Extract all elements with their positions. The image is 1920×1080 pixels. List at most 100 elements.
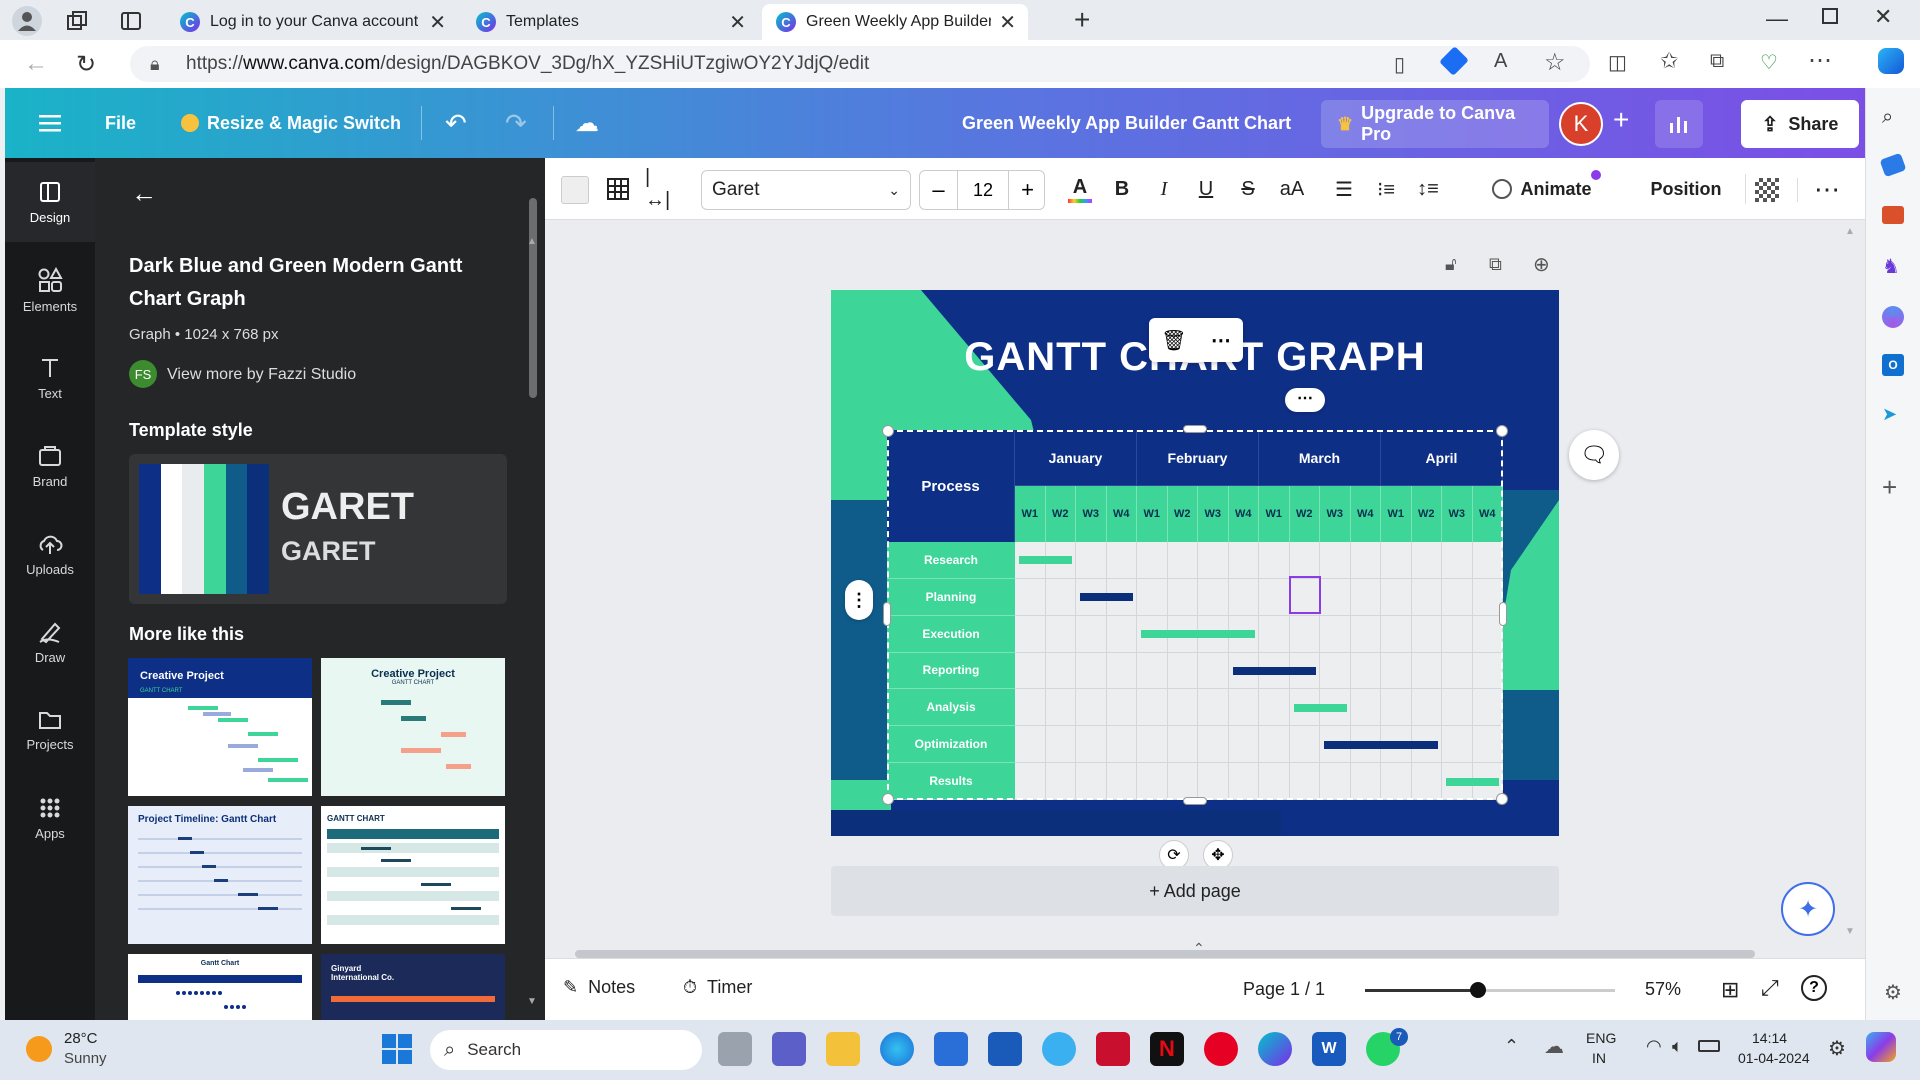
mcafee-icon[interactable] — [1096, 1032, 1130, 1066]
browser-essentials-icon[interactable]: ♡ — [1760, 50, 1778, 75]
hamburger-menu-icon[interactable] — [39, 88, 61, 158]
teams-icon[interactable] — [772, 1032, 806, 1066]
resize-handle[interactable] — [1496, 793, 1508, 805]
rail-item-apps[interactable]: Apps — [5, 778, 95, 858]
region-indicator[interactable]: IN — [1592, 1050, 1606, 1066]
windows-start-icon[interactable] — [382, 1034, 412, 1064]
clock-date[interactable]: 01-04-2024 — [1738, 1050, 1810, 1066]
onedrive-icon[interactable]: ☁ — [1544, 1034, 1564, 1059]
browser-tab-gantt[interactable]: C Green Weekly App Builder Gantt ✕ — [762, 4, 1028, 40]
rail-item-text[interactable]: Text — [5, 338, 95, 418]
resize-handle[interactable] — [1496, 425, 1508, 437]
view-more-author-link[interactable]: View more by Fazzi Studio — [167, 366, 356, 384]
help-icon[interactable]: ? — [1801, 975, 1827, 1001]
chevron-up-icon[interactable]: ⌃ — [1504, 1036, 1519, 1057]
add-collaborator-icon[interactable]: + — [1613, 104, 1629, 136]
copilot-icon[interactable] — [1878, 48, 1904, 74]
chevron-up-icon[interactable]: ⌃ — [1193, 940, 1205, 957]
template-thumbnail[interactable]: Ginyard International Co. — [321, 954, 505, 1020]
vertical-tabs-icon[interactable] — [120, 10, 142, 32]
canva-app-icon[interactable] — [1258, 1032, 1292, 1066]
delete-icon[interactable]: 🗑︎ — [1161, 328, 1186, 353]
strikethrough-icon[interactable]: S — [1233, 170, 1263, 208]
notes-button[interactable]: ✎ Notes — [563, 977, 635, 998]
pinterest-icon[interactable] — [1204, 1032, 1238, 1066]
resize-handle[interactable] — [1183, 797, 1207, 805]
split-screen-icon[interactable]: ◫ — [1608, 50, 1627, 75]
scroll-up-icon[interactable]: ▲ — [1845, 226, 1855, 237]
collections-icon[interactable]: ⧉ — [1710, 50, 1724, 73]
taskbar-search[interactable]: ⌕ Search — [430, 1030, 702, 1070]
panel-scrollbar[interactable] — [529, 198, 537, 398]
bold-icon[interactable]: B — [1107, 170, 1137, 208]
resize-handle[interactable] — [882, 793, 894, 805]
fullscreen-icon[interactable]: ⤢ — [1761, 975, 1779, 1001]
table-options-icon[interactable]: ⋯ — [1285, 388, 1325, 412]
games-icon[interactable]: ♞ — [1882, 254, 1900, 279]
zoom-level[interactable]: 57% — [1645, 979, 1681, 1000]
refresh-icon[interactable]: ↻ — [76, 50, 96, 79]
resize-handle[interactable] — [1183, 425, 1207, 433]
add-page-icon[interactable]: ⊕ — [1533, 252, 1550, 277]
maximize-icon[interactable] — [1822, 8, 1838, 24]
zoom-slider[interactable] — [1365, 982, 1615, 998]
battery-icon[interactable] — [1698, 1040, 1720, 1052]
read-mode-icon[interactable]: ▯ — [1394, 52, 1405, 77]
italic-icon[interactable]: I — [1149, 170, 1179, 208]
temperature[interactable]: 28°C — [64, 1030, 98, 1047]
task-view-icon[interactable] — [718, 1032, 752, 1066]
outlook-icon[interactable]: O — [1882, 354, 1904, 376]
favorites-icon[interactable]: ✩ — [1660, 48, 1678, 74]
profile-icon[interactable] — [12, 6, 42, 36]
weather-condition[interactable]: Sunny — [64, 1050, 107, 1067]
back-arrow-icon[interactable]: ← — [131, 178, 157, 209]
workspaces-icon[interactable] — [66, 10, 88, 32]
focus-settings-icon[interactable]: ⚙ — [1828, 1036, 1846, 1061]
store-icon[interactable] — [934, 1032, 968, 1066]
more-menu-icon[interactable]: ⋯ — [1808, 46, 1832, 75]
search-icon[interactable]: ⌕ — [1882, 106, 1893, 129]
resize-handle[interactable] — [1499, 602, 1507, 626]
table-icon[interactable] — [603, 170, 633, 208]
netflix-icon[interactable]: N — [1150, 1032, 1184, 1066]
add-sidebar-icon[interactable]: + — [1882, 472, 1897, 503]
resize-handle[interactable] — [882, 425, 894, 437]
minimize-icon[interactable]: — — [1766, 6, 1788, 32]
word-icon[interactable]: W — [1312, 1032, 1346, 1066]
bullet-list-icon[interactable]: ⁝≡ — [1371, 170, 1401, 208]
timer-button[interactable]: ⏱︎ Timer — [683, 977, 752, 998]
scroll-down-icon[interactable]: ▼ — [527, 996, 537, 1007]
template-style-card[interactable]: GARET GARET — [129, 454, 507, 604]
document-title[interactable]: Green Weekly App Builder Gantt Chart — [962, 88, 1291, 158]
template-thumbnail[interactable]: Creative Project GANTT CHART — [128, 658, 312, 796]
browser-tab-login[interactable]: C Log in to your Canva account to ✕ — [166, 4, 458, 40]
template-thumbnail[interactable]: Gantt Chart — [128, 954, 312, 1020]
rail-item-uploads[interactable]: Uploads — [5, 514, 95, 594]
cloud-saved-icon[interactable]: ☁ — [575, 88, 599, 158]
color-swatch[interactable] — [561, 176, 589, 204]
animate-button[interactable]: Animate — [1487, 170, 1597, 208]
row-options-icon[interactable]: ⋮ — [845, 580, 873, 620]
edge-icon[interactable] — [880, 1032, 914, 1066]
align-center-icon[interactable]: ☰ — [1329, 170, 1359, 208]
grid-view-icon[interactable]: ⊞ — [1721, 977, 1739, 1003]
file-menu-button[interactable]: File — [105, 88, 136, 158]
settings-gear-icon[interactable]: ⚙ — [1884, 980, 1902, 1005]
font-size-input[interactable]: 12 — [958, 171, 1008, 209]
copilot-icon[interactable] — [1882, 306, 1904, 328]
column-width-icon[interactable]: |↔| — [645, 166, 675, 211]
resize-handle[interactable] — [883, 602, 891, 626]
scroll-up-icon[interactable]: ▲ — [527, 236, 537, 247]
letter-case-icon[interactable]: aA — [1275, 170, 1309, 208]
back-icon[interactable]: ← — [24, 50, 48, 78]
magic-assistant-icon[interactable]: ✦ — [1781, 882, 1835, 936]
browser-tab-templates[interactable]: C Templates ✕ — [462, 4, 758, 40]
rail-item-draw[interactable]: Draw — [5, 602, 95, 682]
read-aloud-icon[interactable]: A — [1494, 50, 1507, 73]
template-thumbnail[interactable]: Creative Project GANTT CHART — [321, 658, 505, 796]
rail-item-design[interactable]: Design — [5, 162, 95, 242]
page-indicator[interactable]: Page 1 / 1 — [1243, 979, 1325, 1000]
hp-support-icon[interactable] — [1042, 1032, 1076, 1066]
close-tab-icon[interactable]: ✕ — [429, 10, 446, 35]
transparency-icon[interactable] — [1755, 178, 1779, 202]
